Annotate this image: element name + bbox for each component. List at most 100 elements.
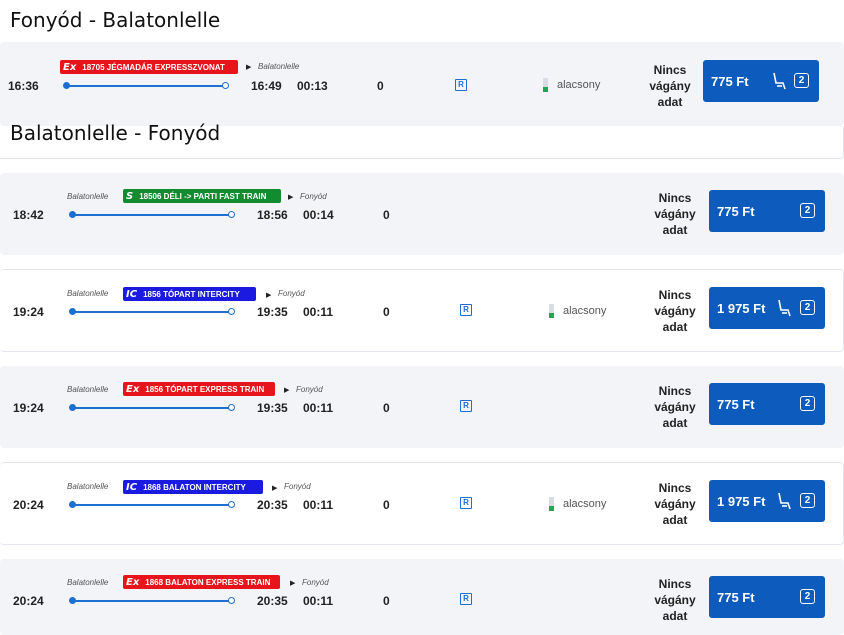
return-trip-row[interactable]: 19:24 Balatonlelle Ex 1856 TÓPART EXPRES…: [0, 366, 844, 448]
outbound-title: Fonyód - Balatonlelle: [10, 8, 221, 32]
departure-time: 19:24: [13, 401, 44, 415]
arrival-station: Balatonlelle: [258, 62, 300, 71]
price-button[interactable]: 775 Ft 2: [709, 576, 825, 618]
departure-time: 20:24: [13, 498, 44, 512]
seat-icon: [773, 72, 786, 90]
platform-line-1: Nincs: [653, 63, 687, 77]
route-line: [72, 504, 234, 506]
platform-line-3: adat: [662, 609, 688, 623]
train-type-logo: IC: [126, 288, 138, 300]
second-class-icon: 2: [800, 300, 815, 315]
train-badge[interactable]: IC 1868 BALATON INTERCITY: [123, 480, 263, 494]
price-button[interactable]: 1 975 Ft 2: [709, 480, 825, 522]
platform-line-1: Nincs: [658, 191, 692, 205]
train-badge[interactable]: Ex 1856 TÓPART EXPRESS TRAIN: [123, 382, 275, 396]
departure-station: Balatonlelle: [67, 192, 109, 201]
platform-line-2: vágány: [654, 304, 696, 318]
outbound-trip-row[interactable]: 16:36 Ex 18705 JÉGMADÁR EXPRESSZVONAT ▶ …: [0, 42, 844, 126]
price-amount: 775 Ft: [717, 204, 755, 219]
train-badge[interactable]: Ex 18705 JÉGMADÁR EXPRESSZVONAT: [60, 60, 238, 74]
platform-info: Nincs vágány adat: [647, 287, 703, 335]
train-type-logo: S: [126, 190, 134, 202]
platform-line-1: Nincs: [658, 288, 692, 302]
platform-info: Nincs vágány adat: [647, 383, 703, 431]
second-class-icon: 2: [800, 493, 815, 508]
changes-count: 0: [383, 594, 390, 608]
route-line: [72, 214, 234, 216]
train-name: 1856 TÓPART EXPRESS TRAIN: [145, 384, 265, 394]
platform-line-2: vágány: [654, 207, 696, 221]
route-end-dot: [228, 308, 235, 315]
return-trip-row[interactable]: 20:24 Balatonlelle Ex 1868 BALATON EXPRE…: [0, 559, 844, 635]
changes-count: 0: [383, 401, 390, 415]
train-badge[interactable]: Ex 1868 BALATON EXPRESS TRAIN: [123, 575, 280, 589]
train-badge[interactable]: S 18506 DÉLI -> PARTI FAST TRAIN: [123, 189, 281, 203]
route-end-dot: [228, 404, 235, 411]
changes-count: 0: [383, 498, 390, 512]
departure-station: Balatonlelle: [67, 482, 109, 491]
seat-icon: [778, 492, 791, 510]
train-badge[interactable]: IC 1856 TÓPART INTERCITY: [123, 287, 256, 301]
departure-station: Balatonlelle: [67, 385, 109, 394]
train-name: 18705 JÉGMADÁR EXPRESSZVONAT: [82, 62, 225, 72]
arrival-station: Fonyód: [300, 192, 327, 201]
second-class-icon: 2: [800, 203, 815, 218]
departure-station: Balatonlelle: [67, 289, 109, 298]
second-class-icon: 2: [794, 73, 809, 88]
train-name: 1856 TÓPART INTERCITY: [143, 289, 240, 299]
price-button[interactable]: 775 Ft 2: [703, 60, 819, 102]
route-end-dot: [228, 211, 235, 218]
platform-line-2: vágány: [654, 593, 696, 607]
arrival-time: 18:56: [257, 208, 288, 222]
duration: 00:11: [303, 401, 334, 415]
return-trip-row[interactable]: 19:24 Balatonlelle IC 1856 TÓPART INTERC…: [0, 269, 844, 352]
platform-line-2: vágány: [649, 79, 691, 93]
arrival-time: 19:35: [257, 305, 288, 319]
departure-time: 18:42: [13, 208, 44, 222]
arrival-time: 16:49: [251, 79, 282, 93]
platform-line-3: adat: [662, 320, 688, 334]
platform-line-1: Nincs: [658, 481, 692, 495]
train-type-logo: Ex: [63, 61, 77, 73]
train-name: 1868 BALATON EXPRESS TRAIN: [145, 577, 271, 587]
price-amount: 775 Ft: [717, 590, 755, 605]
route-line: [72, 311, 234, 313]
second-class-icon: 2: [800, 589, 815, 604]
route-end-dot: [222, 82, 229, 89]
price-button[interactable]: 775 Ft 2: [709, 190, 825, 232]
play-arrow-icon: ▶: [272, 485, 278, 492]
arrival-station: Fonyód: [296, 385, 323, 394]
load-indicator-icon: [543, 78, 548, 92]
train-type-logo: Ex: [126, 383, 140, 395]
return-trip-row[interactable]: 20:24 Balatonlelle IC 1868 BALATON INTER…: [0, 462, 844, 545]
load-text: alacsony: [563, 498, 607, 510]
duration: 00:14: [303, 208, 334, 222]
departure-station: Balatonlelle: [67, 578, 109, 587]
play-arrow-icon: ▶: [246, 64, 252, 71]
arrival-station: Fonyód: [302, 578, 329, 587]
platform-line-3: adat: [662, 223, 688, 237]
route-end-dot: [228, 597, 235, 604]
play-arrow-icon: ▶: [284, 387, 290, 394]
changes-count: 0: [383, 305, 390, 319]
platform-info: Nincs vágány adat: [647, 576, 703, 624]
return-trip-row[interactable]: 18:42 Balatonlelle S 18506 DÉLI -> PARTI…: [0, 173, 844, 255]
seat-icon: [778, 299, 791, 317]
price-button[interactable]: 775 Ft 2: [709, 383, 825, 425]
load-indicator-icon: [549, 497, 554, 511]
platform-info: Nincs vágány adat: [647, 190, 703, 238]
second-class-icon: 2: [800, 396, 815, 411]
reservation-r-icon: R: [460, 304, 472, 316]
reservation-r-icon: R: [460, 593, 472, 605]
price-amount: 1 975 Ft: [717, 301, 766, 316]
route-line: [72, 600, 234, 602]
duration: 00:11: [303, 594, 334, 608]
platform-info: Nincs vágány adat: [647, 480, 703, 528]
load-text: alacsony: [557, 79, 601, 91]
price-button[interactable]: 1 975 Ft 2: [709, 287, 825, 329]
route-line: [66, 85, 228, 87]
train-type-logo: Ex: [126, 576, 140, 588]
play-arrow-icon: ▶: [266, 292, 272, 299]
platform-line-3: adat: [662, 416, 688, 430]
duration: 00:11: [303, 305, 334, 319]
